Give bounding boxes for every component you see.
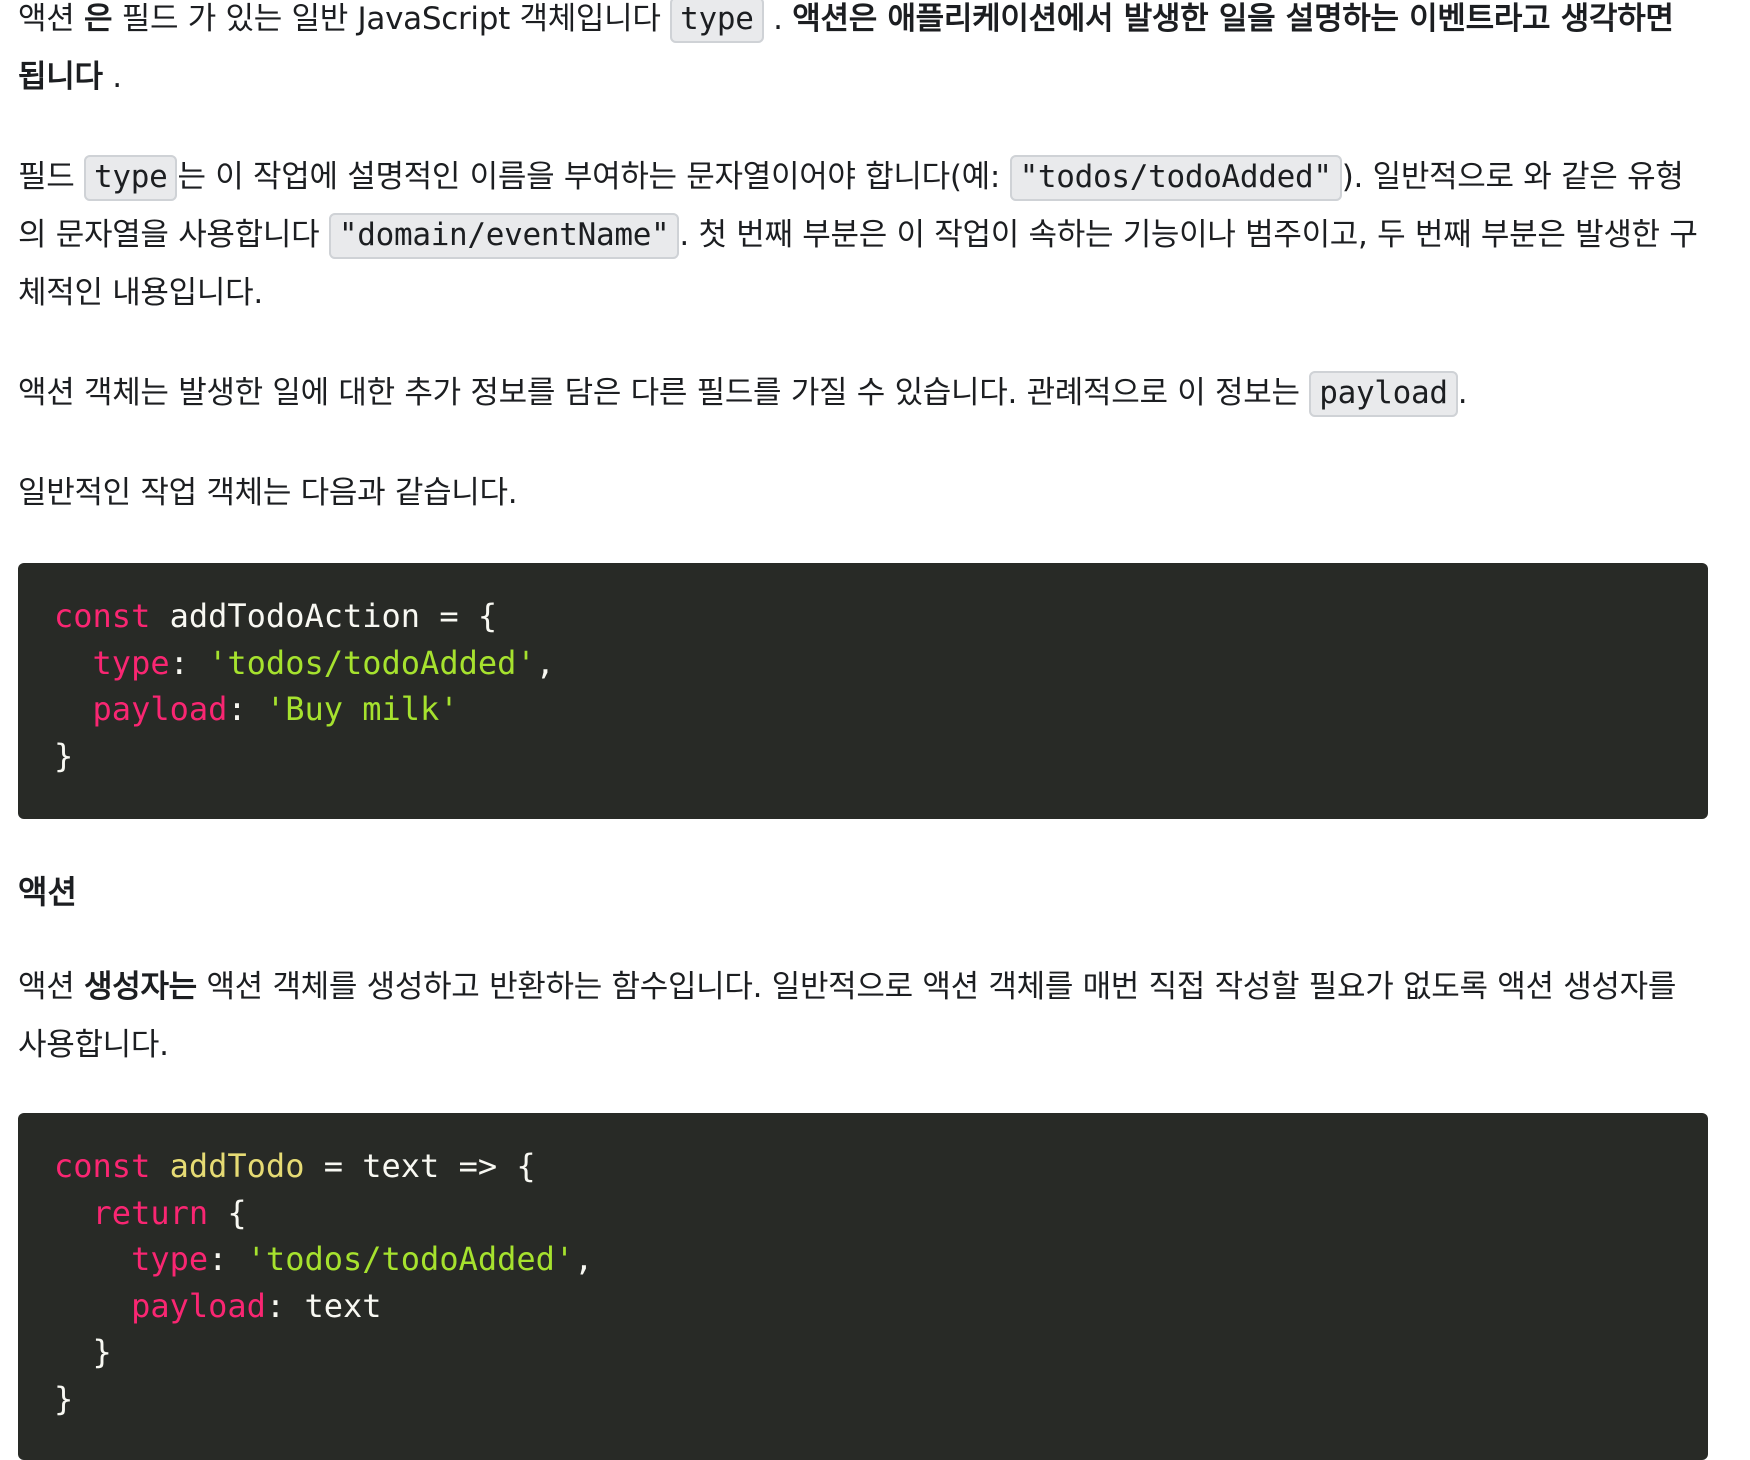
- code-function-name: addTodo: [169, 1147, 305, 1185]
- bold-text: 은: [84, 1, 113, 37]
- code-keyword: const: [54, 597, 151, 635]
- paragraph-action-definition: 액션 은 필드 가 있는 일반 JavaScript 객체입니다 type . …: [18, 0, 1708, 106]
- text: 액션 객체를 생성하고 반환하는 함수입니다. 일반적으로 액션 객체를 매번 …: [18, 969, 1677, 1063]
- text: .: [102, 59, 122, 95]
- code-keyword: return: [92, 1193, 209, 1232]
- code-string: 'Buy milk': [265, 690, 459, 728]
- code-string: 'todos/todoAdded': [208, 643, 536, 682]
- code-text: text: [304, 1286, 382, 1325]
- code-text: }: [54, 736, 74, 775]
- inline-code-type: type: [84, 155, 178, 201]
- code-property: payload: [92, 690, 228, 728]
- text: 필드 가 있는 일반 JavaScript 객체입니다: [112, 1, 671, 37]
- text: 일반적인 작업 객체는 다음과 같습니다.: [18, 475, 518, 511]
- inline-code-todos-todoadded: "todos/todoAdded": [1009, 155, 1342, 201]
- code-text: }: [92, 1333, 112, 1371]
- code-text: = text => {: [304, 1147, 536, 1185]
- code-text: :: [208, 1240, 247, 1278]
- inline-code-payload: payload: [1309, 371, 1458, 417]
- paragraph-action-creators: 액션 생성자는 액션 객체를 생성하고 반환하는 함수입니다. 일반적으로 액션…: [18, 958, 1708, 1074]
- code-property: type: [92, 643, 170, 682]
- code-block-add-todo: const addTodo = text => { return { type:…: [18, 1113, 1708, 1460]
- code-text: ,: [535, 643, 555, 682]
- paragraph-typical-object: 일반적인 작업 객체는 다음과 같습니다.: [18, 464, 1708, 522]
- code-string: 'todos/todoAdded': [246, 1240, 575, 1278]
- code-text: :: [227, 690, 266, 728]
- heading-actions: 액션: [18, 873, 77, 911]
- text: 액션: [18, 1, 84, 37]
- text: 액션 객체는 발생한 일에 대한 추가 정보를 담은 다른 필드를 가질 수 있…: [18, 375, 1310, 411]
- code-property: payload: [131, 1286, 266, 1325]
- code-text: :: [169, 643, 209, 682]
- code-block-add-todo-action: const addTodoAction = { type: 'todos/tod…: [18, 563, 1708, 819]
- inline-code-domain-eventname: "domain/eventName": [328, 213, 680, 259]
- bold-text: 생성자는: [84, 969, 197, 1005]
- code-text: {: [208, 1193, 247, 1232]
- paragraph-payload: 액션 객체는 발생한 일에 대한 추가 정보를 담은 다른 필드를 가질 수 있…: [18, 364, 1708, 422]
- text: 는 이 작업에 설명적인 이름을 부여하는 문자열이어야 합니다(예:: [177, 159, 1010, 195]
- code-keyword: const: [54, 1147, 151, 1185]
- code-text: ,: [574, 1240, 594, 1278]
- text: .: [763, 1, 793, 37]
- text: 액션: [18, 969, 84, 1005]
- text: 필드: [18, 159, 84, 195]
- text: .: [1457, 375, 1468, 411]
- code-text: addTodoAction = {: [150, 597, 498, 635]
- code-text: }: [54, 1379, 74, 1418]
- inline-code-type: type: [670, 0, 764, 43]
- code-text: :: [265, 1286, 305, 1325]
- paragraph-type-field: 필드 type 는 이 작업에 설명적인 이름을 부여하는 문자열이어야 합니다(…: [18, 148, 1708, 322]
- code-property: type: [131, 1240, 209, 1278]
